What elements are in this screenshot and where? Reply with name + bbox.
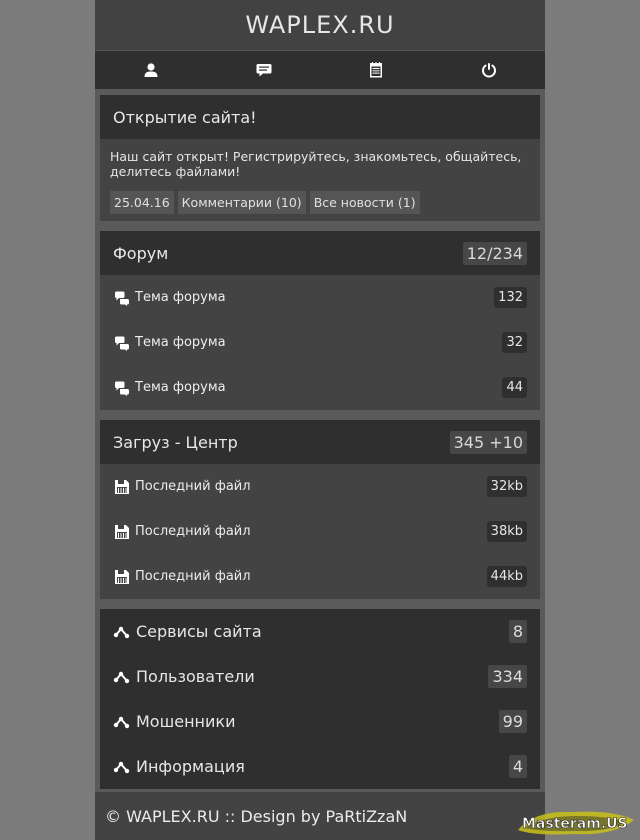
share-icon	[113, 671, 130, 684]
page-container: WAPLEX.RU Открытие сайта! Наш сайт откры…	[95, 0, 545, 840]
site-title[interactable]: WAPLEX.RU	[245, 11, 394, 39]
site-footer: © WAPLEX.RU :: Design by PaRtiZzaN	[95, 792, 545, 840]
file-label: Последний файл	[135, 524, 251, 539]
news-text: Наш сайт открыт! Регистрируйтесь, знаком…	[110, 149, 522, 179]
discussion-icon	[113, 379, 130, 396]
file-size: 32kb	[486, 476, 527, 497]
share-icon	[113, 761, 130, 774]
topic-label: Тема форума	[135, 290, 226, 305]
fraudsters-link[interactable]: Мошенники 99	[100, 699, 540, 744]
all-news-link[interactable]: Все новости (1)	[309, 191, 420, 214]
downloads-count-badge: 345 +10	[449, 430, 527, 454]
floppy-icon	[113, 568, 130, 585]
chat-icon	[256, 64, 272, 77]
news-date: 25.04.16	[110, 191, 174, 214]
file-label: Последний файл	[135, 479, 251, 494]
nav-profile-button[interactable]	[95, 51, 208, 89]
users-link[interactable]: Пользователи 334	[100, 654, 540, 699]
file-size: 44kb	[486, 566, 527, 587]
topic-label: Тема форума	[135, 335, 226, 350]
fraudsters-label: Мошенники	[136, 712, 236, 731]
file-label: Последний файл	[135, 569, 251, 584]
comments-link[interactable]: Комментарии (10)	[177, 191, 306, 214]
downloads-title: Загруз - Центр	[113, 432, 238, 452]
share-icon	[113, 626, 130, 639]
footer-text: © WAPLEX.RU :: Design by PaRtiZzaN	[105, 806, 408, 826]
topic-count: 132	[494, 287, 527, 308]
file-row[interactable]: Последний файл 32kb	[100, 464, 540, 509]
services-count: 8	[508, 620, 527, 643]
floppy-icon	[113, 478, 130, 495]
share-icon	[113, 716, 130, 729]
file-row[interactable]: Последний файл 38kb	[100, 509, 540, 554]
forum-count-badge: 12/234	[462, 241, 527, 265]
information-label: Информация	[136, 757, 245, 776]
fraudsters-count: 99	[498, 710, 527, 733]
file-row[interactable]: Последний файл 44kb	[100, 554, 540, 599]
topic-label: Тема форума	[135, 380, 226, 395]
information-count: 4	[508, 755, 527, 778]
forum-title: Форум	[113, 243, 169, 263]
power-icon	[481, 63, 496, 78]
topic-count: 44	[502, 377, 527, 398]
users-label: Пользователи	[136, 667, 255, 686]
discussion-icon	[113, 289, 130, 306]
nav-logout-button[interactable]	[433, 51, 546, 89]
news-block: Открытие сайта! Наш сайт открыт! Регистр…	[100, 95, 540, 221]
downloads-block: Загруз - Центр 345 +10 Последний файл 32…	[100, 420, 540, 599]
discussion-icon	[113, 334, 130, 351]
services-link[interactable]: Сервисы сайта 8	[100, 609, 540, 654]
forum-block: Форум 12/234 Тема форума 132 Тема форума…	[100, 231, 540, 410]
notepad-icon	[370, 62, 383, 78]
floppy-icon	[113, 523, 130, 540]
forum-topic-row[interactable]: Тема форума 44	[100, 365, 540, 410]
top-nav	[95, 50, 545, 89]
watermark-text: Masteram.US	[522, 816, 628, 832]
nav-chat-button[interactable]	[208, 51, 321, 89]
information-link[interactable]: Информация 4	[100, 744, 540, 789]
forum-header[interactable]: Форум 12/234	[100, 231, 540, 275]
news-title[interactable]: Открытие сайта!	[113, 108, 257, 127]
forum-topic-row[interactable]: Тема форума 132	[100, 275, 540, 320]
news-body: Наш сайт открыт! Регистрируйтесь, знаком…	[100, 139, 540, 221]
watermark-logo: Masteram.US	[518, 811, 634, 835]
services-block: Сервисы сайта 8 Пользователи 334 Мошенни…	[100, 609, 540, 789]
nav-notes-button[interactable]	[320, 51, 433, 89]
forum-topic-row[interactable]: Тема форума 32	[100, 320, 540, 365]
site-header: WAPLEX.RU	[95, 0, 545, 50]
topic-count: 32	[502, 332, 527, 353]
user-icon	[144, 63, 158, 77]
downloads-header[interactable]: Загруз - Центр 345 +10	[100, 420, 540, 464]
file-size: 38kb	[486, 521, 527, 542]
services-label: Сервисы сайта	[136, 622, 262, 641]
news-header: Открытие сайта!	[100, 95, 540, 139]
users-count: 334	[488, 665, 527, 688]
